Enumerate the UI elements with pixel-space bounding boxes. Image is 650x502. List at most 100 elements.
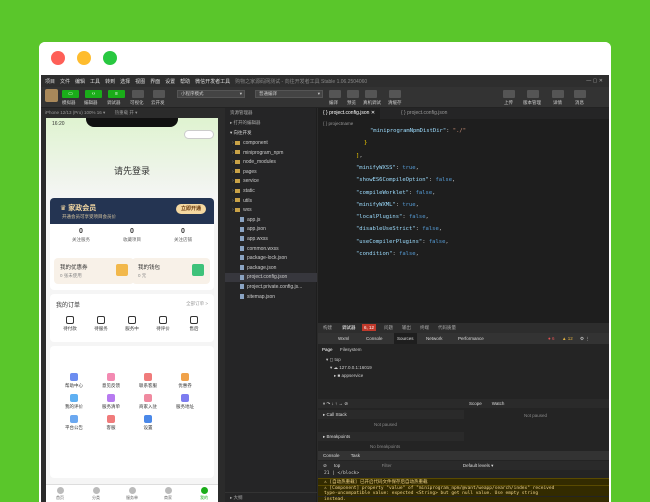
console-filter-input[interactable]: Filter [382,463,392,468]
tree-item-folder[interactable]: › component [225,139,317,148]
source-tree-top[interactable]: ▾ ◻ top [326,357,341,363]
mode-select[interactable]: 小程序模式 ▾ [177,90,245,98]
devtab-wxml[interactable]: Wxml [338,333,349,344]
code-line[interactable]: "minifyWXSS": true, [356,165,419,171]
service-address[interactable]: 服务地址 [171,394,199,410]
tree-item-folder[interactable]: › utils [225,197,317,206]
stat-follow-service[interactable]: 0 关注服务 [56,228,106,243]
login-prompt[interactable]: 请先登录 [46,164,218,177]
tree-item-file[interactable]: app.wxss [225,235,317,244]
sources-tab-filesystem[interactable]: Filesystem [340,347,362,352]
stat-follow-shop[interactable]: 0 关注店铺 [158,228,208,243]
service-reviews[interactable]: 我的评价 [60,394,88,410]
project-section[interactable]: ▾ 向往开发 [225,128,316,138]
tree-item-folder[interactable]: › pages [225,168,317,177]
tree-item-folder[interactable]: › miniprogram_npm [225,149,317,158]
maximize-window-dot[interactable] [103,51,117,65]
code-line[interactable]: "localPlugins": false, [356,214,429,220]
coupon-card[interactable]: 我的优惠券 0 张未使用 [54,258,134,284]
console-clear-icon[interactable]: ⊘ [323,463,327,468]
task-tab[interactable]: Task [351,453,360,458]
menu-item-settings[interactable]: 设置 [165,78,175,85]
menu-item-ui[interactable]: 界面 [150,78,160,85]
order-in-service[interactable]: 服务中 [118,316,146,332]
tree-item-file[interactable]: project.config.json [225,273,317,283]
version-icon[interactable] [527,90,539,98]
debugger-toggle-icon[interactable]: ≡ [108,90,125,98]
capsule-menu[interactable] [184,130,214,139]
device-select[interactable]: iPhone 12/13 (Pro) 100% 16 ▾ [45,110,105,115]
minimize-window-dot[interactable] [77,51,91,65]
source-tree-appservice[interactable]: ▸ ■ appservice [334,373,363,379]
tree-item-folder[interactable]: › wxs [225,206,317,215]
service-list[interactable]: 服务清单 [97,394,125,410]
tree-item-file[interactable]: project.private.config.js... [225,283,317,292]
code-line[interactable]: } [364,140,367,146]
menu-item-help[interactable]: 帮助 [180,78,190,85]
tab-mine[interactable]: 我的 [194,487,214,501]
menu-item-view[interactable]: 视图 [135,78,145,85]
devtab-network[interactable]: Network [426,333,443,344]
service-merchant-join[interactable]: 商家入驻 [134,394,162,410]
sources-tab-page[interactable]: Page [322,347,333,352]
close-window-dot[interactable] [51,51,65,65]
panel-tab-quality[interactable]: 代码质量 [438,323,456,333]
tree-item-file[interactable]: app.json [225,225,317,234]
watch-tab[interactable]: Watch [492,401,505,406]
message-icon[interactable] [574,90,586,98]
preview-icon[interactable] [347,90,359,98]
clear-cache-icon[interactable] [389,90,401,98]
compile-icon[interactable] [329,90,341,98]
stat-favorites[interactable]: 0 收藏项目 [107,228,157,243]
devtab-console[interactable]: Console [366,333,383,344]
hot-reload-select[interactable]: 热重载 开 ▾ [115,110,138,115]
menu-item-file[interactable]: 文件 [60,78,70,85]
service-coupons[interactable]: 优惠券 [171,373,199,389]
vip-open-button[interactable]: 立即开通 [176,204,206,214]
tab-project-config-2[interactable]: { } project.config.json [396,108,452,119]
tab-home[interactable]: 首页 [50,487,70,501]
panel-tab-terminal[interactable]: 终端 [420,323,429,333]
code-line[interactable]: "minifyWXML": true, [356,202,419,208]
context-select[interactable]: top [334,463,340,468]
order-pending-review[interactable]: 待评价 [149,316,177,332]
tree-item-file[interactable]: sitemap.json [225,293,317,302]
details-icon[interactable] [552,90,564,98]
editor-toggle-icon[interactable]: ‹› [85,90,102,98]
log-levels-select[interactable]: Default levels ▾ [463,463,494,468]
debug-controls[interactable]: ⏸ ↷ ↓ ↑ → ⊘ [318,399,464,408]
avatar[interactable] [45,89,58,102]
tree-item-file[interactable]: package.json [225,264,317,273]
devtab-sources[interactable]: Sources [394,333,417,344]
tree-item-folder[interactable]: › service [225,177,317,186]
simulator-toggle-icon[interactable]: ▭ [62,90,79,98]
order-pending-service[interactable]: 待服务 [87,316,115,332]
window-controls-icon[interactable]: — ▢ ✕ [586,78,603,84]
open-editors-section[interactable]: ▸ 打开的编辑器 [225,118,316,128]
order-after-sale[interactable]: 售后 [180,316,208,332]
vip-banner[interactable]: ♛ 家政会员 开通会员可享受项目会员价 立即开通 [50,198,214,224]
tree-item-file[interactable]: package-lock.json [225,254,317,263]
tree-item-folder[interactable]: › node_modules [225,158,317,167]
panel-tab-debugger[interactable]: 调试器 [342,323,356,333]
devtab-performance[interactable]: Performance [458,333,484,344]
order-pending-payment[interactable]: 待付款 [56,316,84,332]
devtools-settings-icon[interactable]: ⚙ ⋮ [580,333,590,344]
tab-project-config[interactable]: { } project.config.json ✕ [318,108,381,119]
code-line[interactable]: "disableUseStrict": false, [356,226,442,232]
service-help[interactable]: 帮助中心 [60,373,88,389]
code-line[interactable]: "condition": false, [356,251,419,257]
wallet-card[interactable]: 我的钱包 0 元 [132,258,210,284]
tab-merchants[interactable]: 商家 [158,487,178,501]
remote-debug-icon[interactable] [365,90,377,98]
menu-item-tools[interactable]: 工具 [90,78,100,85]
call-stack-header[interactable]: ▸ Call Stack [318,410,464,419]
code-line[interactable]: "miniprogramNpmDistDir": "./" [370,128,466,134]
code-line[interactable]: ], [356,153,363,159]
cloud-icon[interactable] [153,90,165,98]
outline-section[interactable]: ▸ 大纲 [225,492,317,502]
menu-item-select[interactable]: 选择 [120,78,130,85]
menu-item-edit[interactable]: 编辑 [75,78,85,85]
code-line[interactable]: "compileWorklet": false, [356,190,435,196]
upload-icon[interactable] [503,90,515,98]
